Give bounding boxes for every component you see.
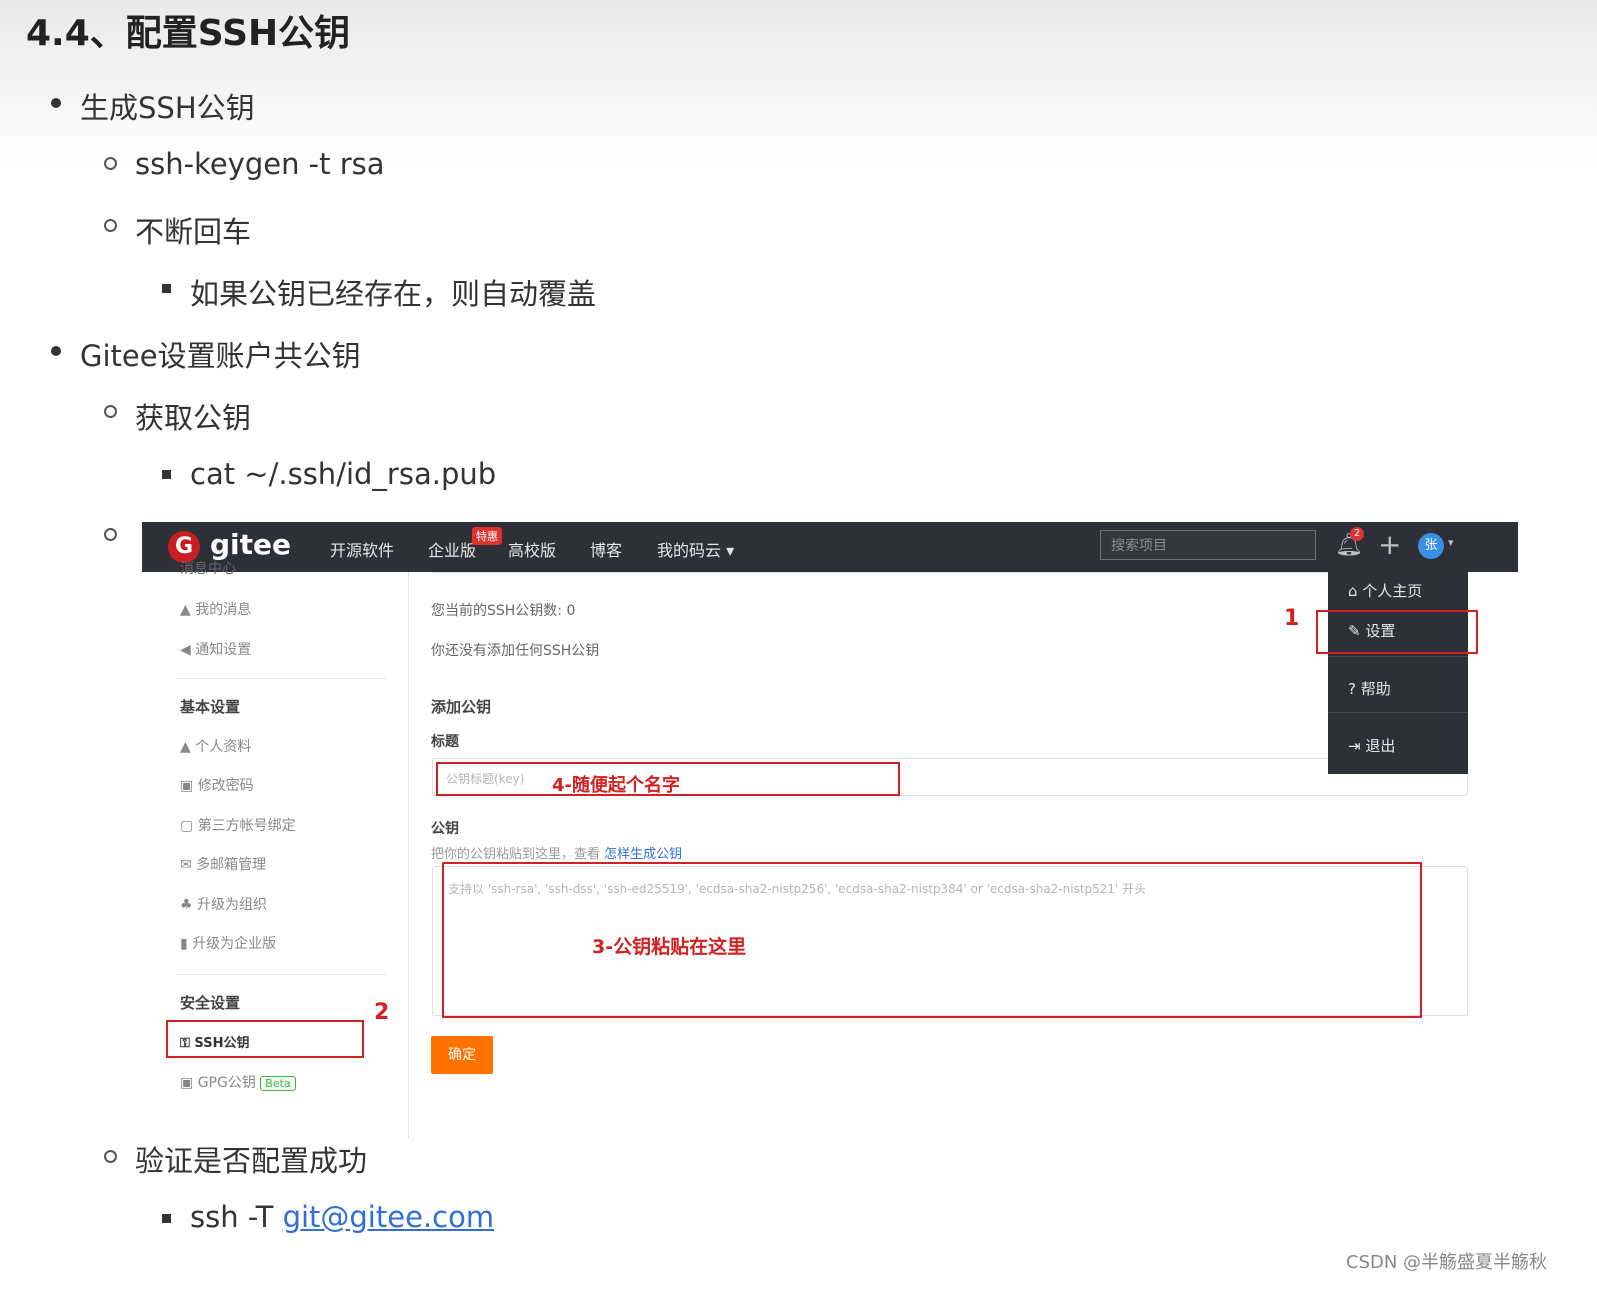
list-item-cat-cmd: cat ~/.ssh/id_rsa.pub	[190, 457, 497, 491]
divider	[1328, 712, 1468, 713]
logout-icon: ⇥	[1348, 737, 1366, 755]
git-email-link[interactable]: git@gitee.com	[283, 1200, 495, 1234]
sidebar-item-password[interactable]: ▣ 修改密码	[180, 775, 254, 795]
sidebar-item-third-party[interactable]: ▢ 第三方帐号绑定	[180, 815, 296, 835]
list-item-generate: 生成SSH公钥	[80, 91, 255, 125]
sidebar-item-notify-settings[interactable]: ◀ 通知设置	[180, 639, 251, 659]
confirm-button[interactable]: 确定	[431, 1036, 493, 1074]
sidebar-item-label: 多邮箱管理	[196, 857, 267, 873]
mail-icon: ✉	[180, 857, 197, 873]
sidebar-item-profile[interactable]: ▲ 个人资料	[180, 736, 251, 756]
annotation-2: 2	[374, 1000, 390, 1025]
user-icon: ▲	[180, 602, 196, 618]
plus-icon[interactable]: +	[1378, 528, 1401, 561]
building-icon: ▮	[180, 936, 193, 952]
bullet-square	[162, 470, 171, 479]
gitee-screenshot: G gitee 开源软件 企业版 特惠 高校版 博客 我的码云 ▾ 搜索项目 🔔…	[142, 522, 1518, 1138]
nav-enterprise[interactable]: 企业版	[428, 537, 476, 561]
bullet-disc	[51, 346, 61, 356]
hot-badge: 特惠	[472, 527, 502, 545]
sidebar-item-label: 第三方帐号绑定	[197, 818, 296, 834]
bullet-circle	[104, 405, 117, 418]
list-item-overwrite: 如果公钥已经存在，则自动覆盖	[190, 277, 597, 311]
public-key-label: 公钥	[431, 821, 459, 837]
sidebar-item-label: 升级为组织	[197, 897, 268, 913]
search-input[interactable]: 搜索项目	[1100, 530, 1316, 560]
menu-item-logout[interactable]: ⇥ 退出	[1348, 735, 1395, 756]
nav-education[interactable]: 高校版	[508, 537, 556, 561]
group-icon: ♣	[180, 897, 198, 913]
sidebar-item-label: 升级为企业版	[192, 936, 277, 952]
bullet-disc	[51, 98, 61, 108]
menu-item-label: 退出	[1365, 737, 1396, 755]
add-key-heading: 添加公钥	[431, 698, 492, 716]
how-to-generate-link[interactable]: 怎样生成公钥	[604, 847, 682, 862]
square-icon: ▢	[180, 818, 198, 834]
list-item-enter: 不断回车	[135, 215, 252, 249]
sidebar-heading-messages: 消息中心	[180, 561, 236, 577]
divider	[1328, 656, 1468, 657]
title-label: 标题	[431, 734, 459, 750]
list-item-get-key: 获取公钥	[135, 401, 252, 435]
avatar[interactable]: 张	[1418, 533, 1444, 559]
home-icon: ⌂	[1348, 582, 1363, 600]
public-key-hint: 把你的公钥粘贴到这里，查看 怎样生成公钥	[431, 843, 682, 862]
lock-icon: ▣	[180, 1075, 198, 1091]
nav-blog[interactable]: 博客	[590, 537, 622, 561]
notification-count-badge: 2	[1350, 527, 1364, 541]
sidebar-heading-basic: 基本设置	[180, 698, 241, 716]
gitee-logo-text[interactable]: gitee	[210, 528, 291, 561]
divider	[176, 974, 386, 975]
bullet-circle	[104, 219, 117, 232]
annotation-4: 4-随便起个名字	[552, 775, 680, 796]
menu-item-help[interactable]: ? 帮助	[1348, 678, 1391, 699]
beta-badge: Beta	[260, 1076, 296, 1091]
ssh-command-text: ssh -T	[190, 1200, 283, 1234]
watermark: CSDN @半觞盛夏半觞秋	[1346, 1252, 1548, 1273]
chevron-down-icon[interactable]: ▾	[1448, 536, 1454, 549]
sidebar-item-upgrade-enterprise[interactable]: ▮ 升级为企业版	[180, 933, 276, 953]
list-item-gitee-setup: Gitee设置账户共公钥	[80, 339, 361, 373]
sidebar-item-label: GPG公钥	[197, 1075, 256, 1091]
speaker-icon: ◀	[180, 642, 196, 658]
menu-item-label: 帮助	[1360, 680, 1391, 698]
nav-my-gitee[interactable]: 我的码云 ▾	[657, 537, 734, 561]
highlight-box-1	[1316, 610, 1478, 654]
annotation-3: 3-公钥粘贴在这里	[592, 936, 747, 958]
sidebar-item-email[interactable]: ✉ 多邮箱管理	[180, 854, 266, 874]
bullet-circle	[104, 1150, 117, 1163]
bullet-square	[162, 284, 171, 293]
sidebar-item-my-messages[interactable]: ▲ 我的消息	[180, 599, 251, 619]
divider	[432, 572, 1468, 573]
bullet-square	[162, 1214, 171, 1223]
menu-item-home[interactable]: ⌂ 个人主页	[1348, 580, 1422, 601]
user-icon: ▲	[180, 739, 196, 755]
list-item-ssh-test: ssh -T git@gitee.com	[190, 1200, 494, 1234]
menu-item-label: 个人主页	[1362, 582, 1423, 600]
sidebar-item-label: 修改密码	[197, 778, 254, 794]
sidebar-item-upgrade-org[interactable]: ♣ 升级为组织	[180, 894, 267, 914]
sidebar-heading-security: 安全设置	[180, 994, 241, 1012]
ssh-key-count: 您当前的SSH公钥数: 0	[431, 603, 576, 619]
help-icon: ?	[1348, 680, 1361, 698]
no-ssh-key-message: 你还没有添加任何SSH公钥	[431, 643, 600, 659]
divider	[176, 678, 386, 679]
bullet-circle	[104, 157, 117, 170]
sidebar-item-label: 通知设置	[195, 642, 252, 658]
annotation-1: 1	[1284, 606, 1300, 631]
highlight-box-2	[166, 1020, 364, 1058]
hint-text: 把你的公钥粘贴到这里，查看	[431, 847, 605, 862]
sidebar-item-gpg[interactable]: ▣ GPG公钥 Beta	[180, 1072, 296, 1092]
section-heading: 4.4、配置SSH公钥	[26, 13, 351, 54]
lock-icon: ▣	[180, 778, 198, 794]
sidebar-item-label: 个人资料	[195, 739, 252, 755]
bullet-circle	[104, 528, 117, 541]
highlight-box-3	[442, 862, 1422, 1018]
sidebar-item-label: 我的消息	[195, 602, 252, 618]
list-item-keygen: ssh-keygen -t rsa	[135, 147, 385, 181]
list-item-verify: 验证是否配置成功	[135, 1144, 368, 1178]
nav-open-source[interactable]: 开源软件	[330, 537, 394, 561]
